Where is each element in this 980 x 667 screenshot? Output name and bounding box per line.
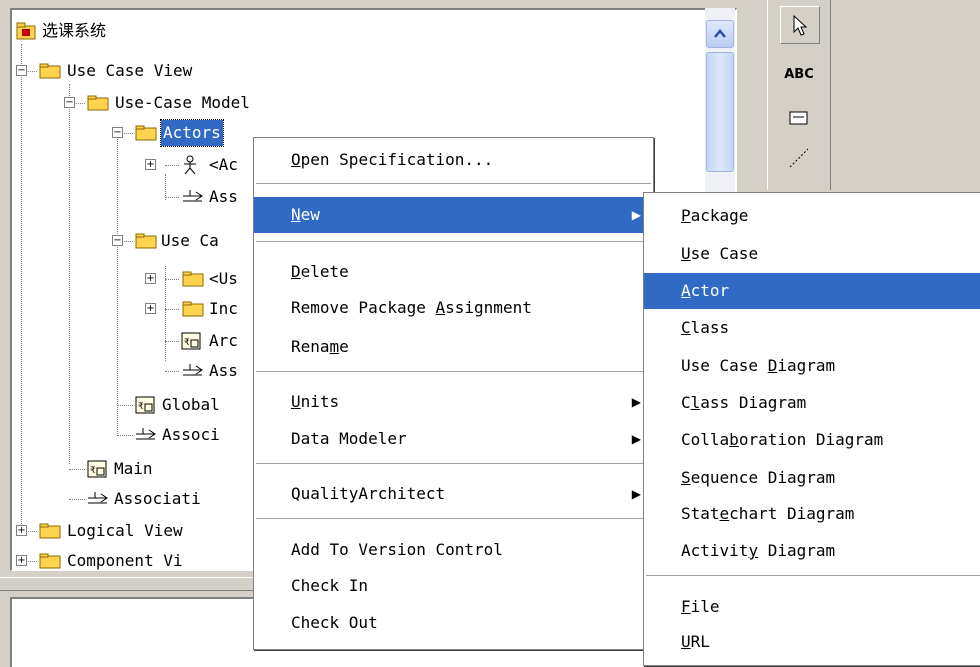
tree-item-label: Use Case View: [67, 61, 193, 80]
tree-item-label: Ass: [209, 361, 238, 380]
folder-icon: [39, 63, 61, 79]
submenu-arrow-icon: ▶: [631, 432, 641, 446]
tree-item-use-case-model[interactable]: − Use-Case Model: [12, 90, 712, 116]
note-icon: [789, 111, 808, 125]
menu-item-remove-package-assignment[interactable]: Remove Package Assignment: [254, 290, 653, 326]
association-icon: [183, 190, 203, 202]
collapse-icon[interactable]: −: [64, 97, 75, 108]
tree-item-label: Use Ca: [161, 231, 219, 250]
menu-item-add-to-version-control[interactable]: Add To Version Control: [254, 532, 653, 568]
context-menu: Open Specification... New ▶ Delete Remov…: [253, 137, 654, 650]
tree-item-label: Main: [114, 459, 153, 478]
submenu-item-class-diagram[interactable]: Class Diagram: [644, 385, 980, 421]
folder-icon: [135, 233, 157, 249]
diagram-icon: ₹: [87, 460, 107, 478]
submenu-item-package[interactable]: Package: [644, 198, 980, 234]
menu-item-units[interactable]: Units ▶: [254, 384, 653, 420]
tree-item-label: Component Vi: [67, 551, 183, 570]
collapse-icon[interactable]: −: [16, 65, 27, 76]
tree-item-label: Associ: [162, 425, 220, 444]
menu-item-data-modeler[interactable]: Data Modeler ▶: [254, 421, 653, 457]
text-tool[interactable]: ABC: [780, 56, 818, 92]
menu-item-delete[interactable]: Delete: [254, 254, 653, 290]
pointer-tool[interactable]: [780, 6, 820, 44]
new-submenu: Package Use Case Actor Class Use Case Di…: [643, 192, 980, 666]
submenu-item-class[interactable]: Class: [644, 310, 980, 346]
note-tool[interactable]: [780, 100, 818, 136]
folder-icon: [39, 553, 61, 569]
pointer-icon: [793, 14, 808, 36]
tree-item-label: <Us: [209, 269, 238, 288]
expand-icon[interactable]: +: [145, 303, 156, 314]
collapse-icon[interactable]: −: [112, 235, 123, 246]
association-icon: [136, 428, 156, 440]
folder-icon: [182, 271, 204, 287]
tree-item-label: Arc: [209, 331, 238, 350]
menu-item-open-specification[interactable]: Open Specification...: [254, 142, 653, 178]
scroll-thumb[interactable]: [706, 52, 734, 172]
diagram-icon: ₹: [181, 332, 201, 350]
expand-icon[interactable]: +: [16, 555, 27, 566]
tree-item-label: Global: [162, 395, 220, 414]
association-icon: [88, 492, 108, 504]
expand-icon[interactable]: +: [145, 273, 156, 284]
tree-root[interactable]: 选课系统: [12, 18, 712, 44]
scroll-up-button[interactable]: [706, 20, 734, 48]
model-folder-icon: [16, 22, 36, 40]
svg-text:₹: ₹: [90, 466, 96, 476]
collapse-icon[interactable]: −: [112, 127, 123, 138]
diagram-icon: ₹: [135, 396, 155, 414]
tree-item-label: Use-Case Model: [115, 93, 250, 112]
submenu-item-use-case[interactable]: Use Case: [644, 236, 980, 272]
menu-item-new[interactable]: New ▶: [254, 197, 653, 233]
diagram-toolbox: ABC: [767, 0, 831, 190]
submenu-item-activity-diagram[interactable]: Activity Diagram: [644, 533, 980, 569]
actor-icon: [184, 155, 196, 175]
tree-item-label: Logical View: [67, 521, 183, 540]
anchor-tool[interactable]: [780, 140, 818, 176]
expand-icon[interactable]: +: [145, 159, 156, 170]
submenu-item-url[interactable]: URL: [644, 624, 980, 660]
tree-root-label: 选课系统: [42, 21, 107, 40]
menu-item-check-in[interactable]: Check In: [254, 568, 653, 604]
submenu-arrow-icon: ▶: [631, 395, 641, 409]
folder-icon: [135, 125, 157, 141]
folder-icon: [39, 523, 61, 539]
expand-icon[interactable]: +: [16, 525, 27, 536]
submenu-item-actor[interactable]: Actor: [644, 273, 980, 309]
menu-item-rename[interactable]: Rename: [254, 329, 653, 365]
association-icon: [183, 364, 203, 376]
submenu-item-file[interactable]: File: [644, 589, 980, 625]
tree-item-label: Inc: [209, 299, 238, 318]
folder-icon: [87, 95, 109, 111]
dashed-line-icon: [789, 148, 809, 168]
submenu-item-statechart-diagram[interactable]: Statechart Diagram: [644, 496, 980, 532]
submenu-item-sequence-diagram[interactable]: Sequence Diagram: [644, 460, 980, 496]
svg-text:₹: ₹: [138, 402, 144, 412]
menu-item-quality-architect[interactable]: QualityArchitect ▶: [254, 476, 653, 512]
tree-item-label: Associati: [114, 489, 201, 508]
submenu-arrow-icon: ▶: [631, 208, 641, 222]
submenu-item-collaboration-diagram[interactable]: Collaboration Diagram: [644, 422, 980, 458]
chevron-up-icon: [714, 29, 726, 38]
tree-item-use-case-view[interactable]: − Use Case View: [12, 58, 712, 84]
tree-item-label: <Ac: [209, 155, 238, 174]
menu-item-check-out[interactable]: Check Out: [254, 605, 653, 641]
submenu-item-use-case-diagram[interactable]: Use Case Diagram: [644, 348, 980, 384]
tree-item-label: Actors: [160, 119, 224, 147]
folder-icon: [182, 301, 204, 317]
text-tool-label: ABC: [784, 66, 814, 82]
submenu-arrow-icon: ▶: [631, 487, 641, 501]
svg-text:₹: ₹: [184, 338, 190, 348]
tree-item-label: Ass: [209, 187, 238, 206]
